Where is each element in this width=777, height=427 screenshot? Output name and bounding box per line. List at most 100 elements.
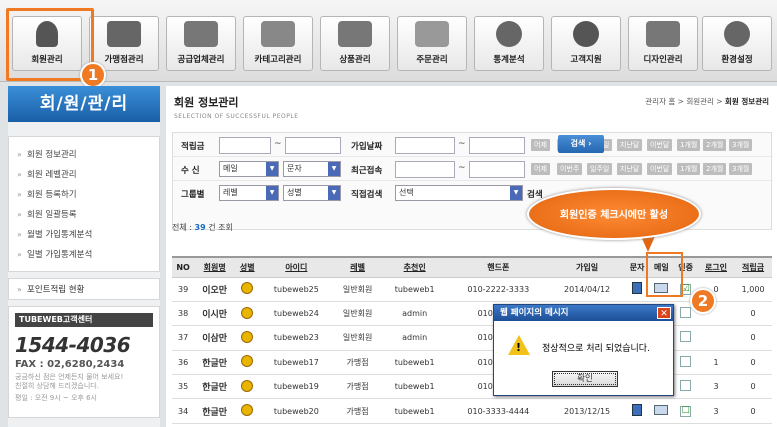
tab-stats[interactable]: 통계분석 (474, 16, 544, 71)
row-name[interactable]: 이시만 (194, 301, 236, 327)
auth-checkbox[interactable]: ☐ (680, 405, 692, 417)
tab-design[interactable]: 디자인관리 (628, 16, 698, 71)
last-login-yesterday-button[interactable]: 어제 (531, 163, 550, 175)
gender-icon (241, 282, 254, 295)
tab-label: 공급업체관리 (177, 55, 225, 65)
last-login-end-input[interactable] (469, 161, 525, 178)
join-date-2month-button[interactable]: 2개월 (703, 139, 727, 151)
design-icon (646, 21, 680, 47)
supplier-icon (184, 21, 218, 47)
points-min-input[interactable] (219, 137, 271, 154)
row-name[interactable]: 이삼만 (194, 325, 236, 351)
mail-icon[interactable] (654, 405, 669, 416)
col-gender[interactable]: 성별 (235, 256, 260, 278)
table-row[interactable]: 35한글만tubeweb19가맹점tubeweb1010-3333-30 (172, 374, 772, 400)
page-title: 회원 정보관리 (174, 96, 239, 109)
last-login-label: 최근접속 (351, 166, 383, 176)
row-name[interactable]: 한글만 (194, 374, 236, 400)
tab-label: 환경설정 (721, 55, 753, 65)
ok-button[interactable]: 확인 (552, 371, 618, 387)
table-row[interactable]: 38이시만tubeweb24일반회원admin010-2323-0 (172, 301, 772, 327)
col-login[interactable]: 로그인 (697, 256, 735, 278)
tab-support[interactable]: 고객지원 (551, 16, 621, 71)
join-date-1month-button[interactable]: 1개월 (677, 139, 701, 151)
table-row[interactable]: 34 한글만 tubeweb20 가맹점 tubeweb1 010-3333-4444 20… (172, 398, 772, 424)
breadcrumb-path[interactable]: 관리자 홈 > 회원관리 > (645, 97, 725, 106)
sms-icon[interactable] (632, 282, 643, 295)
row-referrer: admin (381, 325, 448, 351)
auth-checkbox[interactable] (680, 307, 692, 319)
col-name[interactable]: 회원명 (194, 256, 236, 278)
dialog-title: 웹 페이지의 메시지 (494, 305, 673, 321)
receive-sms-select[interactable]: 문자 (283, 161, 341, 177)
search-button[interactable]: 검색 › (558, 135, 604, 153)
row-level: 일반회원 (333, 325, 382, 351)
last-login-this-week-button[interactable]: 이번주 (557, 163, 583, 175)
sidebar-item-points[interactable]: 포인트적립 현황 (8, 278, 160, 301)
col-referrer[interactable]: 추천인 (381, 256, 448, 278)
last-login-this-month-button[interactable]: 이번달 (647, 163, 673, 175)
join-date-start-input[interactable] (395, 137, 455, 154)
total-prefix: 전체 : (172, 223, 195, 232)
breadcrumb-current: 회원 정보관리 (724, 97, 769, 106)
total-count: 39 (194, 223, 206, 232)
row-name[interactable]: 한글만 (194, 398, 236, 424)
row-level: 가맹점 (333, 374, 382, 400)
sidebar-item-monthly-stats[interactable]: 월별 가입통계분석 (9, 225, 159, 245)
table-row[interactable]: 37이삼만tubeweb23일반회원admin010-3434-0 (172, 325, 772, 351)
gender-icon (241, 379, 254, 392)
auth-checkbox[interactable] (680, 380, 692, 392)
cs-phone: 1544-4036 (15, 333, 131, 357)
tab-label: 디자인관리 (643, 55, 683, 65)
join-date-3month-button[interactable]: 3개월 (729, 139, 753, 151)
join-date-end-input[interactable] (469, 137, 525, 154)
group-gender-select[interactable]: 성별 (283, 185, 341, 201)
last-login-last-month-button[interactable]: 지난달 (617, 163, 643, 175)
direct-search-label: 직접검색 (351, 190, 383, 200)
direct-search-select[interactable]: 선택 (395, 185, 523, 201)
row-id: tubeweb17 (259, 350, 334, 376)
table-body: 39 이오만 tubeweb25 일반회원 tubeweb1 010-2222-3333 2… (172, 277, 772, 424)
auth-checkbox[interactable] (680, 331, 692, 343)
group-level-select[interactable]: 레벨 (219, 185, 279, 201)
join-date-this-month-button[interactable]: 이번달 (647, 139, 673, 151)
tab-category[interactable]: 카테고리관리 (243, 16, 313, 71)
sidebar-item-bulk-register[interactable]: 회원 일괄등록 (9, 205, 159, 225)
sms-icon[interactable] (632, 404, 643, 417)
store-icon (107, 21, 141, 47)
receive-mail-select[interactable]: 메일 (219, 161, 279, 177)
gender-icon (241, 355, 254, 368)
col-level[interactable]: 레벨 (333, 256, 382, 278)
dialog-message: 정상적으로 처리 되었습니다. (542, 344, 650, 354)
sidebar-item-daily-stats[interactable]: 일별 가입통계분석 (9, 245, 159, 265)
last-login-1month-button[interactable]: 1개월 (677, 163, 701, 175)
auth-checkbox[interactable] (680, 355, 692, 367)
last-login-one-week-button[interactable]: 일주일 (587, 163, 613, 175)
col-id[interactable]: 아이디 (259, 256, 334, 278)
tab-settings[interactable]: 환경설정 (702, 16, 772, 71)
points-max-input[interactable] (285, 137, 341, 154)
last-login-start-input[interactable] (395, 161, 455, 178)
row-id: tubeweb19 (259, 374, 334, 400)
row-no: 38 (172, 301, 195, 327)
row-level: 가맹점 (333, 350, 382, 376)
tab-supplier[interactable]: 공급업체관리 (166, 16, 236, 71)
sidebar-item-member-info[interactable]: 회원 정보관리 (9, 145, 159, 165)
tab-product[interactable]: 상품관리 (320, 16, 390, 71)
sidebar-item-member-level[interactable]: 회원 레벨관리 (9, 165, 159, 185)
col-points[interactable]: 적립금 (734, 256, 772, 278)
category-icon (261, 21, 295, 47)
tab-order[interactable]: 주문관리 (397, 16, 467, 71)
close-icon[interactable]: ✕ (657, 307, 671, 319)
row-referrer: tubeweb1 (381, 398, 448, 424)
join-date-yesterday-button[interactable]: 어제 (531, 139, 550, 151)
row-name[interactable]: 한글만 (194, 350, 236, 376)
row-referrer: tubeweb1 (381, 374, 448, 400)
last-login-2month-button[interactable]: 2개월 (703, 163, 727, 175)
join-date-last-month-button[interactable]: 지난달 (617, 139, 643, 151)
cs-fax: FAX : 02,6280,2434 (15, 359, 125, 370)
sidebar-item-member-register[interactable]: 회원 등록하기 (9, 185, 159, 205)
row-name[interactable]: 이오만 (194, 277, 236, 302)
last-login-3month-button[interactable]: 3개월 (729, 163, 753, 175)
table-row[interactable]: 36한글만tubeweb17가맹점tubeweb1010-3333-10 (172, 350, 772, 376)
